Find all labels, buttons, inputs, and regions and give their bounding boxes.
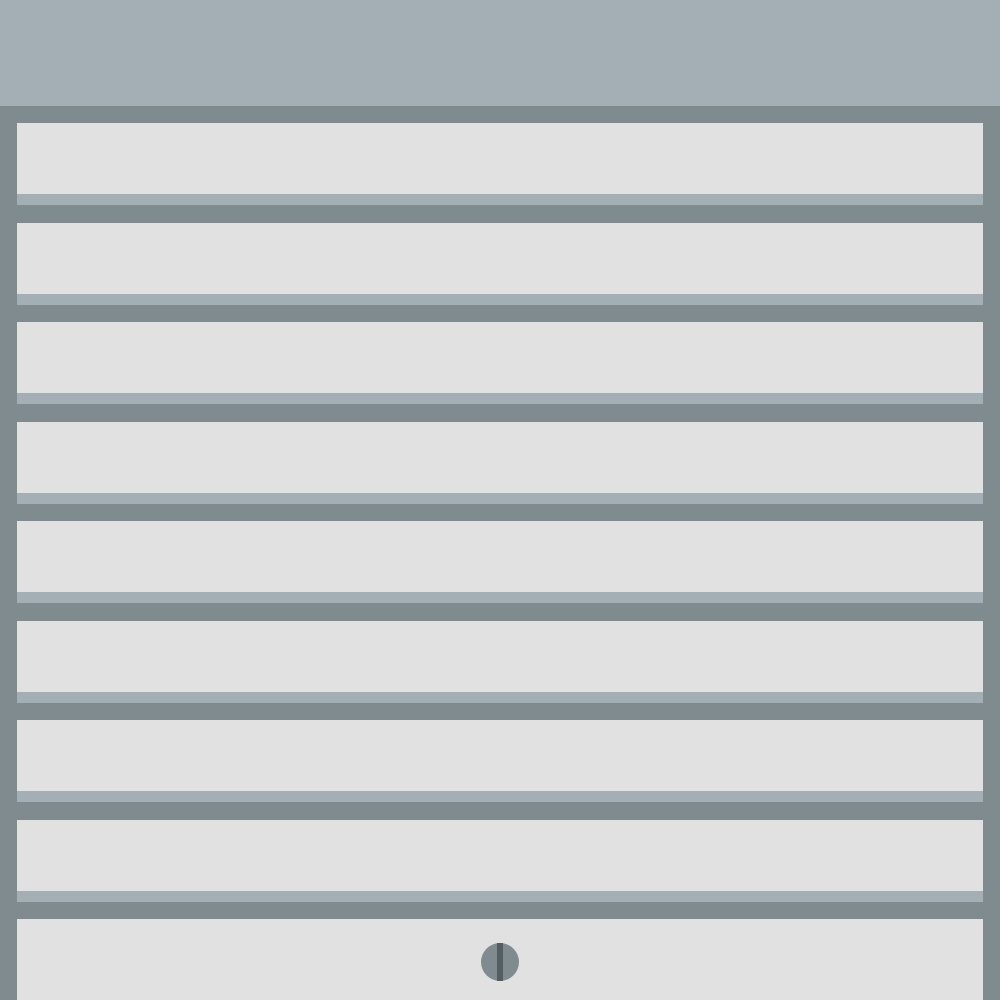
slat-face <box>17 223 983 294</box>
roller-housing <box>0 0 1000 106</box>
slat-lip <box>17 791 983 802</box>
door-slat <box>17 322 983 404</box>
door-slat <box>17 820 983 902</box>
slat-lip <box>17 692 983 703</box>
slat-face <box>17 422 983 493</box>
door-slat <box>17 720 983 802</box>
door-slat <box>17 422 983 504</box>
slat-lip <box>17 294 983 305</box>
door-slat <box>17 521 983 603</box>
slat-face <box>17 820 983 891</box>
slat-face <box>17 322 983 393</box>
slat-lip <box>17 891 983 902</box>
slat-lip <box>17 393 983 404</box>
door-slat <box>17 223 983 305</box>
slat-face <box>17 521 983 592</box>
door-slat <box>17 123 983 205</box>
slat-face <box>17 123 983 194</box>
slat-lip <box>17 194 983 205</box>
door-slat <box>17 621 983 703</box>
lock-icon <box>481 943 519 981</box>
slat-lip <box>17 592 983 603</box>
slat-lip <box>17 493 983 504</box>
garage-door-illustration <box>0 0 1000 1000</box>
slat-face <box>17 621 983 692</box>
slat-face <box>17 720 983 791</box>
